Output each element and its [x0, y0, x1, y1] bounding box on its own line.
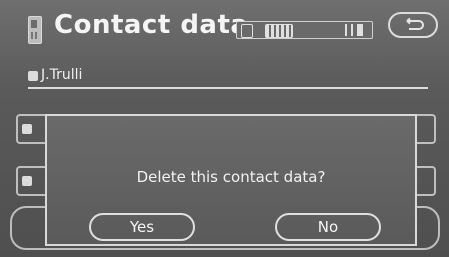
confirm-delete-dialog: Delete this contact data? Yes No: [45, 114, 417, 246]
bluetooth-icon: [241, 24, 253, 38]
yes-button[interactable]: Yes: [89, 213, 195, 241]
return-arrow-icon: [406, 17, 424, 30]
signal-icon: [335, 24, 363, 36]
phone-icon: [28, 16, 42, 44]
battery-icon: [265, 24, 293, 38]
contact-name: J.Trulli: [41, 67, 83, 83]
contact-name-row: J.Trulli: [28, 63, 434, 89]
status-bar: [236, 21, 373, 39]
no-button[interactable]: No: [275, 213, 381, 241]
contact-underline: [28, 87, 428, 89]
page-title: Contact data: [54, 10, 249, 40]
dialog-message: Delete this contact data?: [136, 168, 326, 186]
person-icon: [28, 71, 38, 81]
back-button[interactable]: [388, 12, 438, 38]
contact-data-screen: Contact data J.Trulli Delete this contac…: [0, 0, 449, 257]
